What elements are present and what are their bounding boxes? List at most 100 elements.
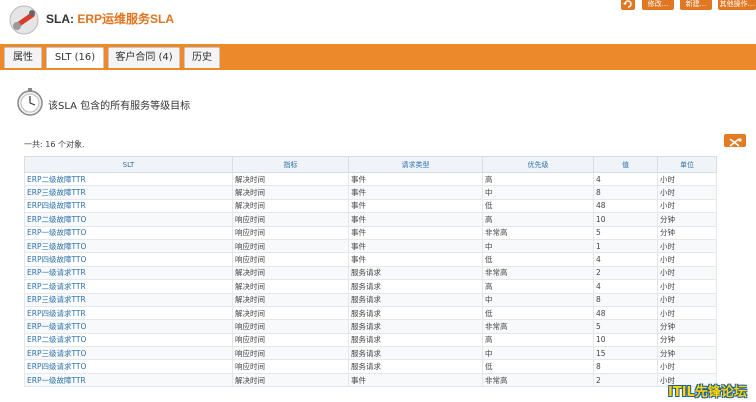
- stopwatch-icon: [17, 88, 43, 116]
- slt-link[interactable]: ERP四级故障TTR: [24, 198, 233, 214]
- table-body: ERP二级故障TTR 解决时间 事件高 4 小时 ERP三级故障TTR 解决时间 事件中 8 小时…: [24, 171, 717, 388]
- value-cell: 48: [593, 305, 658, 321]
- sla-wrench-icon: [9, 5, 39, 35]
- table-row: ERP三级故障TTO 响应时间 事件中 1 小时: [24, 238, 717, 254]
- table-row: ERP二级请求TTR 解决时间 服务请求高 4 小时: [24, 279, 717, 294]
- other-actions-button[interactable]: 其他操作...: [718, 0, 756, 10]
- value-cell: 48: [593, 198, 658, 214]
- slt-link[interactable]: ERP二级请求TTR: [24, 279, 233, 294]
- unit-cell: 分钟: [657, 332, 717, 348]
- table-tools-button[interactable]: [724, 134, 746, 147]
- metric-cell: 响应时间: [232, 225, 349, 240]
- priority-cell: 非常高: [482, 319, 594, 334]
- priority-cell: 中: [482, 238, 594, 254]
- priority-cell: 高: [482, 212, 594, 227]
- column-header-metric[interactable]: 指标: [232, 156, 349, 173]
- slt-link[interactable]: ERP一级故障TTR: [24, 372, 233, 388]
- slt-link[interactable]: ERP三级请求TTR: [24, 292, 233, 307]
- request-type-cell: 服务请求: [348, 292, 483, 307]
- column-header-priority[interactable]: 优先级: [482, 156, 594, 173]
- priority-cell: 低: [482, 305, 594, 321]
- request-type-cell: 事件: [348, 198, 483, 214]
- value-cell: 8: [593, 185, 658, 200]
- unit-cell: 分钟: [657, 346, 717, 361]
- request-type-cell: 服务请求: [348, 332, 483, 348]
- intro-text: 该SLA 包含的所有服务等级目标: [48, 101, 191, 112]
- table-row: ERP一级请求TTR 解决时间 服务请求 非常高 2 小时: [24, 265, 717, 281]
- table-row: ERP一级故障TTR 解决时间 事件 非常高 2 小时: [24, 372, 717, 388]
- priority-cell: 非常高: [482, 225, 594, 240]
- priority-cell: 非常高: [482, 265, 594, 281]
- request-type-cell: 服务请求: [348, 279, 483, 294]
- column-header-value[interactable]: 值: [593, 156, 658, 173]
- metric-cell: 解决时间: [232, 171, 349, 187]
- metric-cell: 响应时间: [232, 332, 349, 348]
- column-header-request-type[interactable]: 请求类型: [348, 156, 483, 173]
- unit-cell: 分钟: [657, 225, 717, 240]
- tab-customer-contracts[interactable]: 客户合同 (4): [108, 47, 180, 68]
- unit-cell: 小时: [657, 292, 717, 307]
- slt-link[interactable]: ERP二级故障TTR: [24, 171, 233, 187]
- tab-history[interactable]: 历史: [184, 47, 220, 68]
- table-row: ERP一级请求TTO 响应时间 服务请求 非常高 5 分钟: [24, 319, 717, 334]
- slt-link[interactable]: ERP三级故障TTR: [24, 185, 233, 200]
- unit-cell: 小时: [657, 305, 717, 321]
- value-cell: 4: [593, 252, 658, 267]
- table-row: ERP一级故障TTO 响应时间 事件 非常高 5 分钟: [24, 225, 717, 240]
- table-header-row: SLT 指标 请求类型 优先级 值 单位: [24, 156, 717, 173]
- unit-cell: 小时: [657, 265, 717, 281]
- metric-cell: 响应时间: [232, 252, 349, 267]
- metric-cell: 响应时间: [232, 346, 349, 361]
- value-cell: 8: [593, 359, 658, 374]
- value-cell: 1: [593, 238, 658, 254]
- slt-link[interactable]: ERP一级故障TTO: [24, 225, 233, 240]
- value-cell: 15: [593, 346, 658, 361]
- table-row: ERP二级请求TTO 响应时间 服务请求高 10 分钟: [24, 332, 717, 348]
- value-cell: 8: [593, 292, 658, 307]
- new-button[interactable]: 新建...: [680, 0, 712, 10]
- request-type-cell: 事件: [348, 225, 483, 240]
- refresh-button[interactable]: [621, 0, 635, 10]
- unit-cell: 小时: [657, 171, 717, 187]
- table-row: ERP三级故障TTR 解决时间 事件中 8 小时: [24, 185, 717, 200]
- table-row: ERP二级故障TTR 解决时间 事件高 4 小时: [24, 171, 717, 187]
- request-type-cell: 事件: [348, 238, 483, 254]
- metric-cell: 响应时间: [232, 359, 349, 374]
- tab-properties[interactable]: 属性: [4, 47, 42, 68]
- slt-link[interactable]: ERP二级请求TTO: [24, 332, 233, 348]
- table-row: ERP四级故障TTO 响应时间 事件低 4 小时: [24, 252, 717, 267]
- value-cell: 5: [593, 225, 658, 240]
- priority-cell: 低: [482, 198, 594, 214]
- page-header: SLA: ERP运维服务SLA 修改... 新建... 其他操作...: [0, 0, 756, 44]
- metric-cell: 解决时间: [232, 372, 349, 388]
- column-header-slt[interactable]: SLT: [24, 156, 233, 173]
- slt-link[interactable]: ERP一级请求TTR: [24, 265, 233, 281]
- unit-cell: 分钟: [657, 319, 717, 334]
- table-row: ERP三级请求TTR 解决时间 服务请求中 8 小时: [24, 292, 717, 307]
- metric-cell: 解决时间: [232, 292, 349, 307]
- object-count: 一共: 16 个对象.: [24, 140, 85, 149]
- slt-link[interactable]: ERP四级故障TTO: [24, 252, 233, 267]
- priority-cell: 非常高: [482, 372, 594, 388]
- priority-cell: 低: [482, 359, 594, 374]
- request-type-cell: 服务请求: [348, 265, 483, 281]
- priority-cell: 中: [482, 292, 594, 307]
- slt-link[interactable]: ERP二级故障TTO: [24, 212, 233, 227]
- slt-link[interactable]: ERP三级请求TTO: [24, 346, 233, 361]
- value-cell: 4: [593, 171, 658, 187]
- slt-link[interactable]: ERP四级请求TTO: [24, 359, 233, 374]
- metric-cell: 解决时间: [232, 185, 349, 200]
- modify-button[interactable]: 修改...: [642, 0, 674, 10]
- slt-link[interactable]: ERP三级故障TTO: [24, 238, 233, 254]
- value-cell: 4: [593, 279, 658, 294]
- request-type-cell: 事件: [348, 171, 483, 187]
- table-row: ERP三级请求TTO 响应时间 服务请求中 15 分钟: [24, 346, 717, 361]
- slt-link[interactable]: ERP一级请求TTO: [24, 319, 233, 334]
- column-header-unit[interactable]: 单位: [657, 156, 717, 173]
- slt-link[interactable]: ERP四级请求TTR: [24, 305, 233, 321]
- value-cell: 5: [593, 319, 658, 334]
- table-row: ERP四级请求TTO 响应时间 服务请求低 8 小时: [24, 359, 717, 374]
- tab-slt[interactable]: SLT (16): [46, 47, 104, 68]
- refresh-icon: [623, 0, 632, 8]
- unit-cell: 小时: [657, 198, 717, 214]
